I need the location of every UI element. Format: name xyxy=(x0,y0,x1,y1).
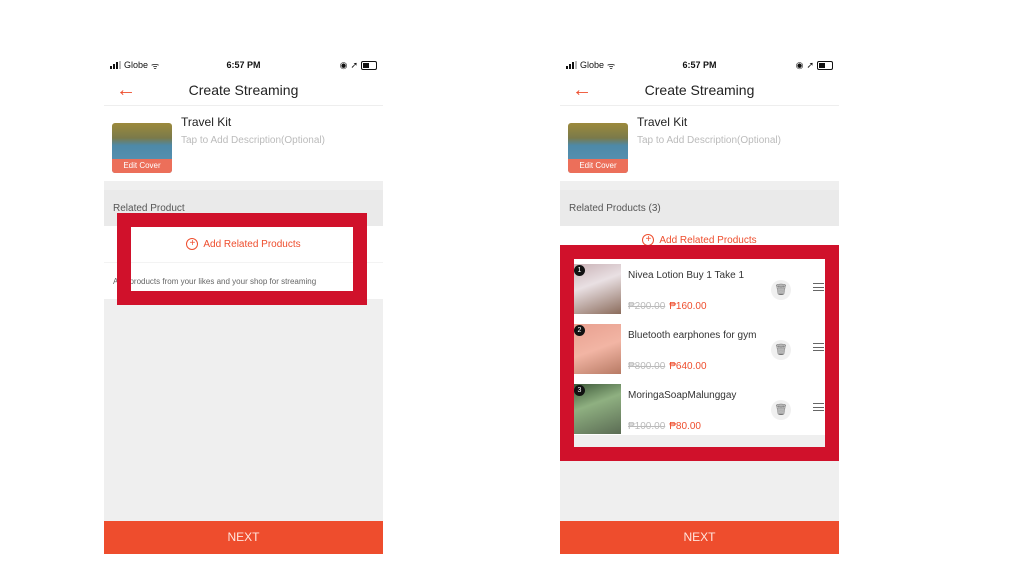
nav-bar: ← Create Streaming xyxy=(560,75,839,106)
phone-screen-with-products: Globe ᯤ 6:57 PM ◉ ➚ ← Create Streaming Edi… xyxy=(560,55,839,554)
sale-price: ₱640.00 xyxy=(669,361,707,372)
hint-text: Add products from your likes and your sh… xyxy=(104,263,383,299)
next-button[interactable]: NEXT xyxy=(560,521,839,554)
location-icon: ➚ xyxy=(350,59,358,70)
carrier-label: Globe xyxy=(124,60,149,70)
drag-handle-icon[interactable] xyxy=(813,403,824,411)
add-label: Add Related Products xyxy=(659,234,757,246)
page-title: Create Streaming xyxy=(644,82,755,98)
edit-cover-button[interactable]: Edit Cover xyxy=(568,159,628,173)
signal-icon xyxy=(566,61,577,69)
phone-screen-empty: Globe ᯤ 6:57 PM ◉ ➚ ← Create Streaming Edi… xyxy=(104,55,383,554)
signal-icon xyxy=(110,61,121,69)
stream-title[interactable]: Travel Kit xyxy=(181,115,231,129)
clock: 6:57 PM xyxy=(226,60,261,70)
product-name: Bluetooth earphones for gym xyxy=(628,330,757,341)
section-header: Related Product xyxy=(104,190,383,226)
trash-icon[interactable]: 🗑 xyxy=(771,340,791,360)
index-badge: 1 xyxy=(574,265,585,276)
description-input[interactable]: Tap to Add Description(Optional) xyxy=(181,135,325,146)
lock-rotation-icon: ◉ xyxy=(795,59,804,70)
sale-price: ₱160.00 xyxy=(669,301,707,312)
wifi-icon: ᯤ xyxy=(151,60,160,71)
original-price: ₱100.00 xyxy=(628,421,666,432)
product-item[interactable]: 3 MoringaSoapMalunggay ₱100.00 ₱80.00 🗑 xyxy=(560,375,839,435)
stream-title[interactable]: Travel Kit xyxy=(637,115,687,129)
cover-image[interactable]: Edit Cover xyxy=(112,123,172,173)
product-name: Nivea Lotion Buy 1 Take 1 xyxy=(628,270,745,281)
page-title: Create Streaming xyxy=(188,82,299,98)
product-list: 1 Nivea Lotion Buy 1 Take 1 ₱200.00 ₱160.… xyxy=(560,255,839,435)
product-name: MoringaSoapMalunggay xyxy=(628,390,737,401)
sale-price: ₱80.00 xyxy=(669,421,701,432)
cover-image[interactable]: Edit Cover xyxy=(568,123,628,173)
clock: 6:57 PM xyxy=(682,60,717,70)
add-related-products-button[interactable]: + Add Related Products xyxy=(560,226,839,255)
battery-icon xyxy=(360,60,377,70)
plus-circle-icon: + xyxy=(186,238,199,250)
original-price: ₱200.00 xyxy=(628,301,666,312)
add-label: Add Related Products xyxy=(203,238,301,250)
back-arrow-icon[interactable]: ← xyxy=(572,80,592,100)
stream-info: Edit Cover Travel Kit Tap to Add Descrip… xyxy=(104,106,383,181)
lock-rotation-icon: ◉ xyxy=(339,59,348,70)
section-header: Related Products (3) xyxy=(560,190,839,226)
product-item[interactable]: 1 Nivea Lotion Buy 1 Take 1 ₱200.00 ₱160.… xyxy=(560,255,839,315)
trash-icon[interactable]: 🗑 xyxy=(771,280,791,300)
status-bar: Globe ᯤ 6:57 PM ◉ ➚ xyxy=(560,55,839,75)
description-input[interactable]: Tap to Add Description(Optional) xyxy=(637,135,781,146)
drag-handle-icon[interactable] xyxy=(813,283,824,291)
index-badge: 3 xyxy=(574,385,585,396)
index-badge: 2 xyxy=(574,325,585,336)
location-icon: ➚ xyxy=(806,59,814,70)
edit-cover-button[interactable]: Edit Cover xyxy=(112,159,172,173)
next-button[interactable]: NEXT xyxy=(104,521,383,554)
add-related-products-button[interactable]: + Add Related Products xyxy=(104,226,383,263)
status-bar: Globe ᯤ 6:57 PM ◉ ➚ xyxy=(104,55,383,75)
stream-info: Edit Cover Travel Kit Tap to Add Descrip… xyxy=(560,106,839,181)
carrier-label: Globe xyxy=(580,60,605,70)
battery-icon xyxy=(816,60,833,70)
nav-bar: ← Create Streaming xyxy=(104,75,383,106)
plus-circle-icon: + xyxy=(642,234,655,246)
product-item[interactable]: 2 Bluetooth earphones for gym ₱800.00 ₱64… xyxy=(560,315,839,375)
drag-handle-icon[interactable] xyxy=(813,343,824,351)
trash-icon[interactable]: 🗑 xyxy=(771,400,791,420)
wifi-icon: ᯤ xyxy=(607,60,616,71)
back-arrow-icon[interactable]: ← xyxy=(116,80,136,100)
original-price: ₱800.00 xyxy=(628,361,666,372)
